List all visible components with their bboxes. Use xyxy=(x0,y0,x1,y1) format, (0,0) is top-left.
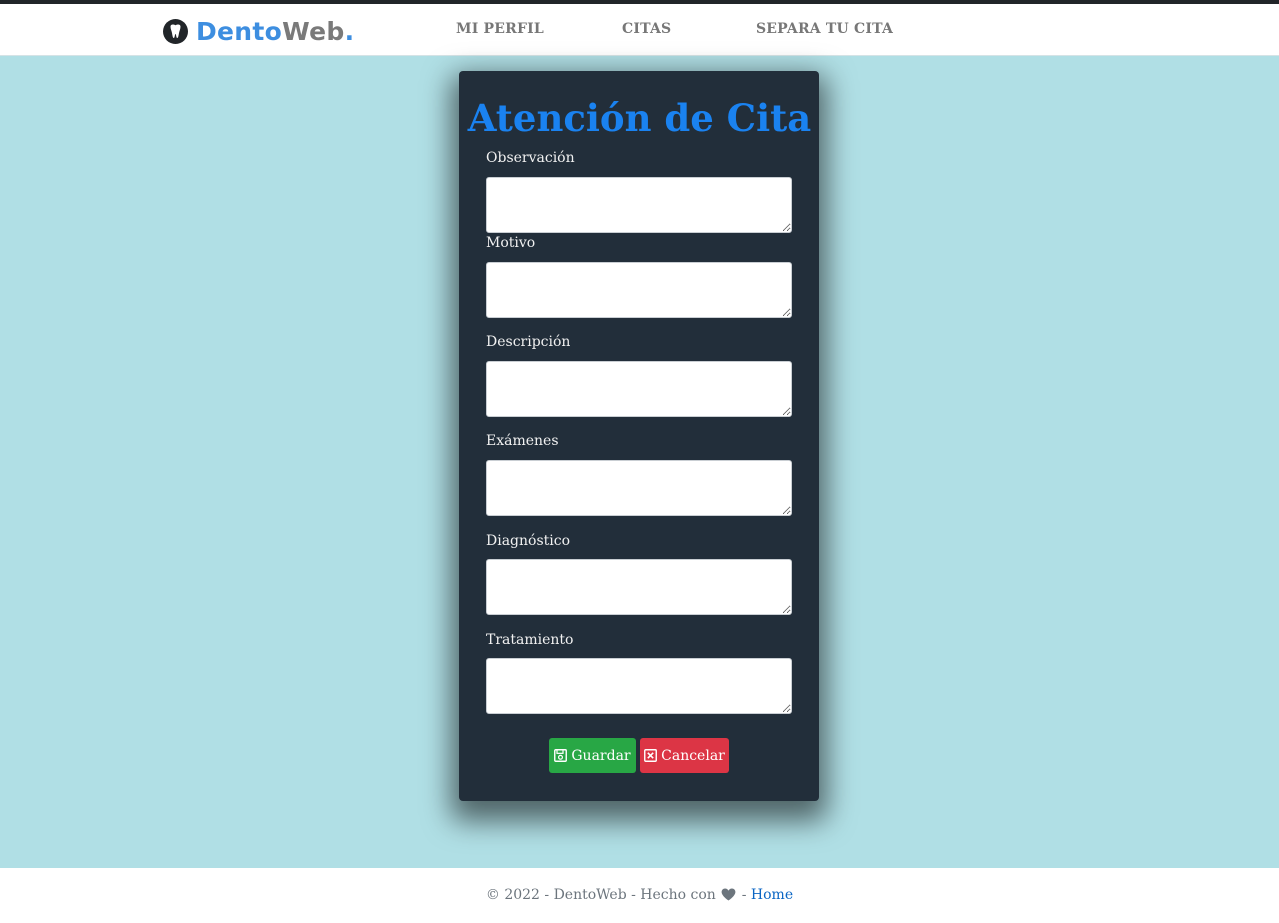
examenes-textarea[interactable] xyxy=(486,460,792,516)
footer-separator: - xyxy=(741,887,747,903)
heart-icon xyxy=(721,888,736,901)
tratamiento-textarea[interactable] xyxy=(486,658,792,714)
descripcion-label: Descripción xyxy=(486,334,571,350)
brand-name: DentoWeb. xyxy=(196,16,355,46)
floppy-disk-icon xyxy=(554,749,568,762)
motivo-textarea[interactable] xyxy=(486,262,792,318)
footer-home-link[interactable]: Home xyxy=(751,887,793,903)
descripcion-textarea[interactable] xyxy=(486,361,792,417)
footer-text: © 2022 - DentoWeb - Hecho con - Home xyxy=(0,887,1279,903)
close-square-icon xyxy=(644,749,658,762)
brand-logo-link[interactable]: DentoWeb. xyxy=(163,16,354,46)
observacion-textarea[interactable] xyxy=(486,177,792,233)
cancel-button-label: Cancelar xyxy=(661,747,725,764)
nav-item-citas[interactable]: CITAS xyxy=(622,21,671,37)
footer-copyright: © 2022 - DentoWeb - Hecho con xyxy=(485,887,716,903)
save-button[interactable]: Guardar xyxy=(549,738,636,773)
footer: © 2022 - DentoWeb - Hecho con - Home xyxy=(0,868,1279,923)
diagnostico-label: Diagnóstico xyxy=(486,533,571,549)
tooth-icon xyxy=(163,18,188,44)
cancel-button[interactable]: Cancelar xyxy=(640,738,729,773)
nav-item-separa-tu-cita[interactable]: SEPARA TU CITA xyxy=(756,21,893,37)
nav-item-mi-perfil[interactable]: MI PERFIL xyxy=(456,21,544,37)
examenes-label: Exámenes xyxy=(486,433,559,449)
tratamiento-label: Tratamiento xyxy=(486,632,574,648)
form-title: Atención de Cita xyxy=(467,96,812,140)
diagnostico-textarea[interactable] xyxy=(486,559,792,615)
observacion-label: Observación xyxy=(486,150,575,166)
motivo-label: Motivo xyxy=(486,235,536,251)
save-button-label: Guardar xyxy=(571,747,631,764)
navbar: DentoWeb. MI PERFIL CITAS SEPARA TU CITA xyxy=(0,4,1279,56)
